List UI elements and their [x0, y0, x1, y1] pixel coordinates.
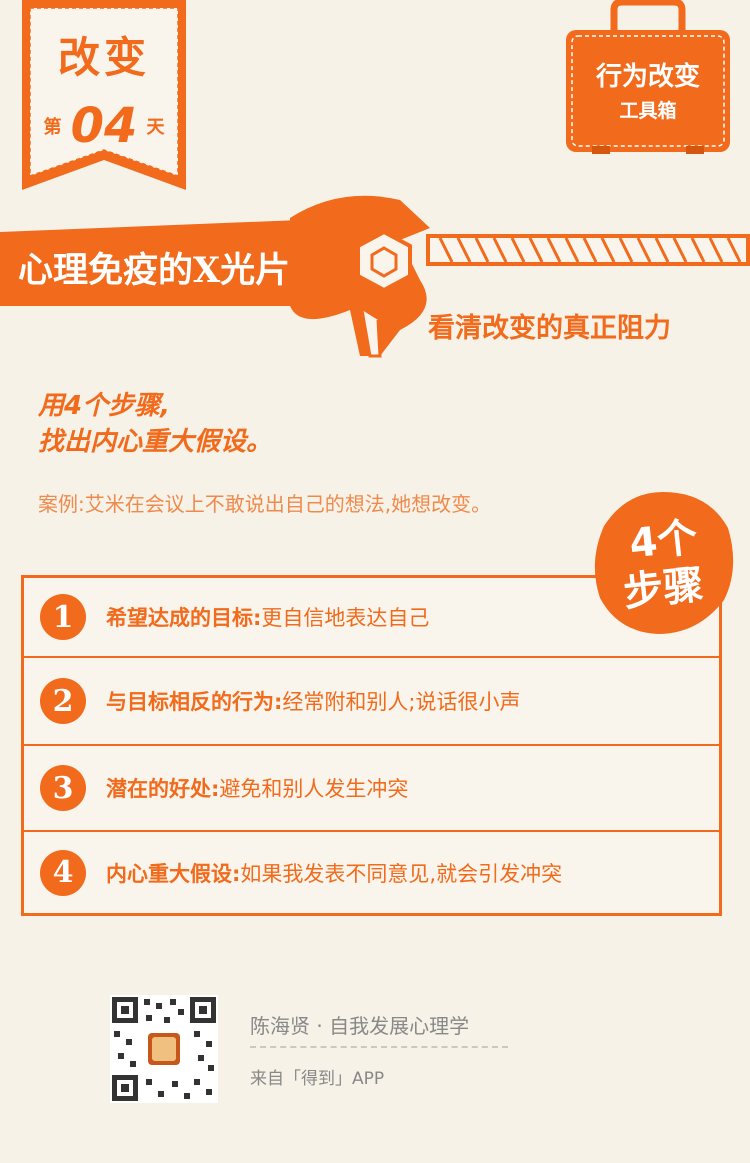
intro-line-1: 用4个步骤,: [38, 391, 170, 421]
step-number: 2: [40, 678, 86, 724]
step-label: 与目标相反的行为:: [106, 690, 283, 714]
lesson-subtitle: 看清改变的真正阻力: [428, 313, 671, 344]
day-number: 04: [70, 98, 138, 154]
wrench-banner: 心理免疫的X光片 看清改变的真正阻力: [0, 180, 750, 370]
day-prefix: 第: [43, 117, 62, 138]
ribbon-day: 第 04 天: [20, 98, 188, 154]
step-value: 更自信地表达自己: [261, 606, 430, 630]
step-row: 3 潜在的好处: 避免和别人发生冲突: [24, 746, 719, 832]
day-suffix: 天: [146, 117, 165, 138]
toolbox-subtitle: 工具箱: [619, 100, 677, 122]
ribbon-title: 改变: [57, 33, 150, 82]
toolbox-title: 行为改变: [595, 62, 700, 92]
footer-divider: [250, 1046, 508, 1048]
qr-code[interactable]: [110, 995, 218, 1103]
lesson-title: 心理免疫的X光片: [18, 250, 291, 291]
day-ribbon: 改变 第 04 天: [20, 0, 188, 192]
toolbox-badge: 行为改变 工具箱: [562, 0, 734, 156]
step-value: 经常附和别人;说话很小声: [282, 690, 521, 714]
step-number: 1: [40, 594, 86, 640]
footer-author: 陈海贤 · 自我发展心理学: [250, 1014, 470, 1038]
intro-text: 用4个步骤, 找出内心重大假设。: [38, 388, 272, 460]
intro-line-2: 找出内心重大假设。: [38, 427, 273, 457]
step-number: 4: [40, 849, 86, 896]
step-row: 4 内心重大假设: 如果我发表不同意见,就会引发冲突: [24, 832, 719, 913]
step-label: 内心重大假设:: [106, 861, 241, 886]
footer-source: 来自「得到」APP: [250, 1069, 385, 1089]
step-label: 希望达成的目标:: [106, 606, 262, 630]
step-value: 避免和别人发生冲突: [219, 777, 409, 801]
step-label: 潜在的好处:: [106, 777, 220, 801]
steps-badge: 4个 步骤: [588, 488, 738, 638]
case-text: 案例:艾米在会议上不敢说出自己的想法,她想改变。: [38, 492, 492, 516]
step-number: 3: [40, 765, 86, 811]
step-value: 如果我发表不同意见,就会引发冲突: [240, 861, 563, 886]
step-row: 2 与目标相反的行为: 经常附和别人;说话很小声: [24, 658, 719, 746]
